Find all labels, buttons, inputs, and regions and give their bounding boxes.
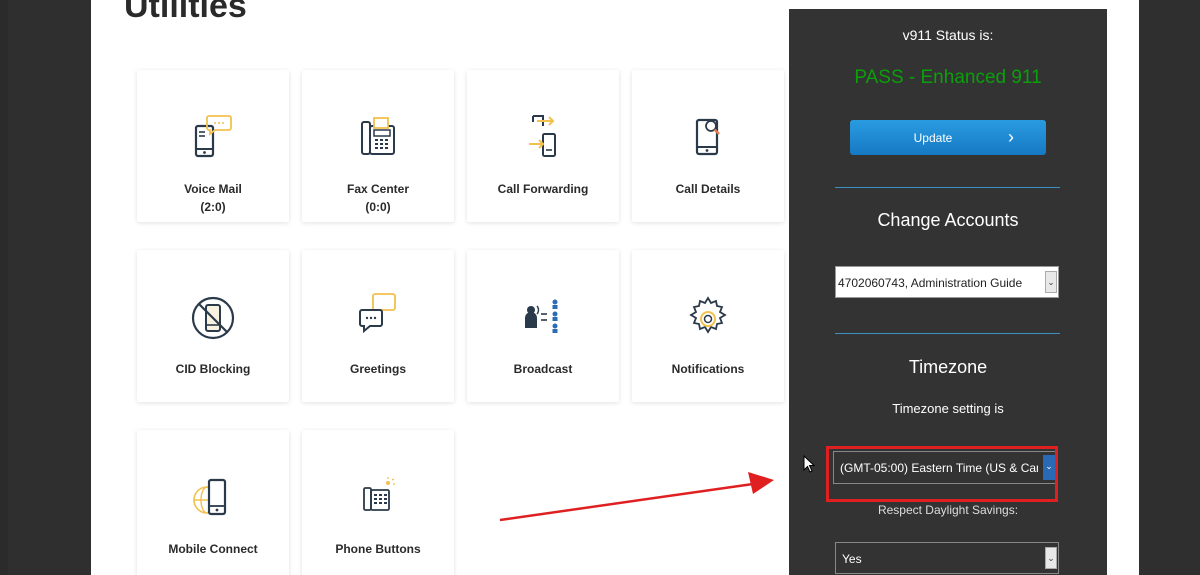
daylight-savings-label: Respect Daylight Savings: bbox=[877, 503, 1019, 517]
chevron-right-icon: › bbox=[1008, 127, 1014, 147]
tile-call-details[interactable]: Call Details bbox=[632, 70, 784, 222]
tile-notifications[interactable]: Notifications bbox=[632, 250, 784, 402]
left-dark-margin-inner bbox=[8, 0, 91, 575]
tile-label: CID Blocking bbox=[175, 362, 251, 376]
tile-label: Broadcast bbox=[513, 362, 573, 376]
tile-fax-center[interactable]: Fax Center (0:0) bbox=[302, 70, 454, 222]
mouse-cursor-icon bbox=[803, 455, 816, 473]
tile-cid-blocking[interactable]: CID Blocking bbox=[137, 250, 289, 402]
tile-count: (0:0) bbox=[365, 200, 391, 214]
chevron-down-icon: ⌄ bbox=[1045, 547, 1057, 569]
tile-phone-buttons[interactable]: Phone Buttons bbox=[302, 430, 454, 575]
v911-status-value: PASS - Enhanced 911 bbox=[854, 67, 1042, 88]
daylight-savings-value: Yes bbox=[842, 552, 862, 566]
daylight-savings-select[interactable]: Yes ⌄ bbox=[835, 542, 1059, 574]
tile-label: Call Forwarding bbox=[497, 182, 589, 196]
tile-broadcast[interactable]: Broadcast bbox=[467, 250, 619, 402]
tile-label: Mobile Connect bbox=[168, 542, 258, 556]
call-forwarding-icon bbox=[529, 115, 556, 157]
change-accounts-heading: Change Accounts bbox=[877, 210, 1019, 230]
phone-buttons-icon bbox=[363, 477, 395, 511]
fax-machine-icon bbox=[361, 117, 395, 155]
greetings-icon bbox=[359, 293, 396, 334]
divider bbox=[835, 333, 1060, 334]
broadcast-icon bbox=[525, 299, 558, 333]
tile-label: Fax Center bbox=[346, 182, 410, 196]
mobile-connect-icon bbox=[193, 478, 227, 516]
tile-label: Call Details bbox=[675, 182, 741, 196]
v911-status-label: v911 Status is: bbox=[902, 27, 994, 43]
call-details-icon bbox=[695, 118, 720, 156]
right-dark-margin bbox=[1139, 0, 1200, 575]
left-dark-margin bbox=[0, 0, 8, 575]
right-margin bbox=[1107, 0, 1139, 575]
account-select[interactable]: 4702060743, Administration Guide ⌄ bbox=[835, 266, 1059, 298]
update-button[interactable]: Update › bbox=[850, 120, 1046, 155]
tile-label: Voice Mail bbox=[184, 182, 242, 196]
divider bbox=[835, 187, 1060, 188]
timezone-setting-label: Timezone setting is bbox=[892, 401, 1004, 416]
voicemail-phone-icon bbox=[194, 115, 232, 158]
timezone-highlight-box bbox=[826, 446, 1058, 502]
update-button-label: Update bbox=[913, 131, 953, 145]
account-select-value: 4702060743, Administration Guide bbox=[838, 276, 1023, 290]
tile-label: Greetings bbox=[349, 362, 406, 376]
cid-blocking-icon bbox=[191, 296, 235, 340]
tile-mobile-connect[interactable]: Mobile Connect bbox=[137, 430, 289, 575]
gear-icon bbox=[689, 296, 727, 334]
annotation-arrow bbox=[499, 472, 774, 522]
tile-count: (2:0) bbox=[200, 200, 226, 214]
tile-label: Phone Buttons bbox=[335, 542, 421, 556]
tile-label: Notifications bbox=[671, 362, 745, 376]
timezone-heading: Timezone bbox=[908, 357, 988, 377]
tile-voice-mail[interactable]: Voice Mail (2:0) bbox=[137, 70, 289, 222]
tile-call-forwarding[interactable]: Call Forwarding bbox=[467, 70, 619, 222]
chevron-down-icon: ⌄ bbox=[1045, 271, 1057, 293]
tile-greetings[interactable]: Greetings bbox=[302, 250, 454, 402]
page-title: Utilities bbox=[124, 0, 247, 25]
